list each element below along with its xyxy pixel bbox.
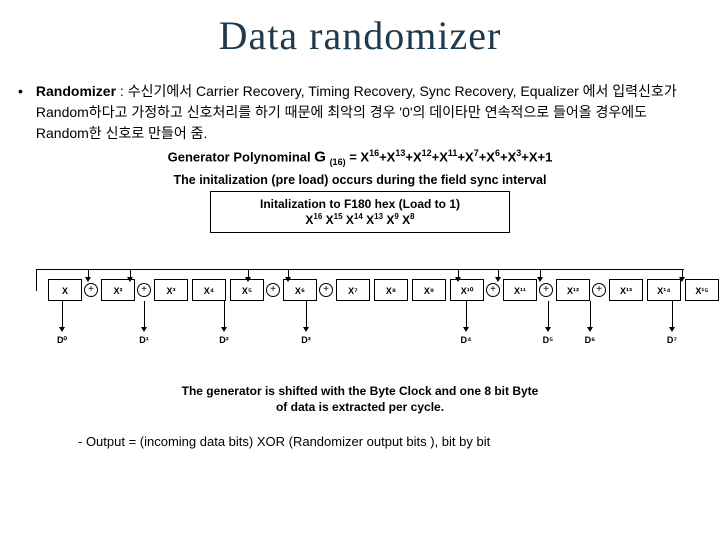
slide-title: Data randomizer — [0, 0, 720, 59]
register-x7: X⁷ — [336, 279, 370, 301]
d-wire — [590, 301, 591, 329]
d-output-6: D⁶ — [580, 335, 600, 345]
arrow-down-icon — [221, 327, 227, 332]
d-output-5: D⁵ — [538, 335, 558, 345]
register-x15: X¹⁵ — [685, 279, 719, 301]
ie3: 13 — [374, 212, 383, 221]
generator-caption: The generator is shifted with the Byte C… — [0, 383, 720, 415]
d-wire — [144, 301, 145, 329]
arrow-down-icon — [587, 327, 593, 332]
arrow-down-icon — [141, 327, 147, 332]
arrow-down-icon — [85, 277, 91, 282]
feedback-wire — [36, 269, 684, 270]
d-wire — [62, 301, 63, 329]
e5: 6 — [495, 148, 500, 158]
xor-node: + — [486, 283, 500, 297]
init-line1: Initalization to F180 hex (Load to 1) — [217, 196, 503, 212]
output-equation: - Output = (incoming data bits) XOR (Ran… — [0, 416, 720, 449]
generator-polynomial: Generator Polynominal G (16) = X16+X13+X… — [0, 148, 720, 167]
register-x13: X¹³ — [609, 279, 643, 301]
feedback-wire-left — [36, 269, 37, 291]
register-x12: X¹² — [556, 279, 590, 301]
register-x11: X¹¹ — [503, 279, 537, 301]
d-output-1: D¹ — [134, 335, 154, 345]
poly-eq: = X — [349, 149, 369, 164]
bullet-block: • Randomizer : 수신기에서 Carrier Recovery, T… — [0, 59, 720, 144]
d-wire — [548, 301, 549, 329]
d-output-0: D⁰ — [52, 335, 72, 346]
arrow-down-icon — [463, 327, 469, 332]
poly-g: G — [314, 148, 326, 165]
poly-sub: (16) — [330, 157, 346, 167]
bullet-marker: • — [18, 81, 32, 102]
poly-prefix: Generator Polynominal — [168, 149, 315, 164]
e0: 16 — [369, 148, 379, 158]
ie0: 16 — [313, 212, 322, 221]
bullet-text: Randomizer : 수신기에서 Carrier Recovery, Tim… — [36, 81, 696, 144]
arrow-down-icon — [285, 277, 291, 282]
register-x10: X¹⁰ — [450, 279, 484, 301]
d-wire — [224, 301, 225, 329]
e3: 11 — [448, 148, 458, 158]
register-x1: X — [48, 279, 82, 301]
lfsr-diagram: X+X²+X³X⁴X⁵+X⁶+X⁷X⁸X⁹X¹⁰+X¹¹+X¹²+X¹³X¹⁴X… — [18, 243, 702, 383]
xor-node: + — [539, 283, 553, 297]
init-box: Initalization to F180 hex (Load to 1) X1… — [210, 191, 510, 233]
ie5: 8 — [410, 212, 414, 221]
init-caption: The initalization (pre load) occurs duri… — [0, 173, 720, 187]
arrow-down-icon — [679, 277, 685, 282]
d-output-2: D² — [214, 335, 234, 345]
e2: 12 — [422, 148, 432, 158]
e4: 7 — [474, 148, 479, 158]
register-x8: X⁸ — [374, 279, 408, 301]
register-x4: X⁴ — [192, 279, 226, 301]
arrow-down-icon — [303, 327, 309, 332]
poly-tail: +X+1 — [521, 149, 552, 164]
register-x9: X⁹ — [412, 279, 446, 301]
bullet-sep: : — [116, 83, 128, 99]
d-wire — [306, 301, 307, 329]
register-x2: X² — [101, 279, 135, 301]
d-output-7: D⁷ — [662, 335, 682, 345]
register-x14: X¹⁴ — [647, 279, 681, 301]
ie4: 9 — [394, 212, 398, 221]
register-row: X+X²+X³X⁴X⁵+X⁶+X⁷X⁸X⁹X¹⁰+X¹¹+X¹²+X¹³X¹⁴X… — [48, 279, 720, 301]
arrow-down-icon — [127, 277, 133, 282]
bullet-label: Randomizer — [36, 83, 116, 99]
arrow-down-icon — [545, 327, 551, 332]
arrow-down-icon — [537, 277, 543, 282]
xor-node: + — [319, 283, 333, 297]
arrow-down-icon — [455, 277, 461, 282]
xor-node: + — [137, 283, 151, 297]
bullet-body: 수신기에서 Carrier Recovery, Timing Recovery,… — [36, 83, 677, 141]
e1: 13 — [395, 148, 405, 158]
xor-node: + — [266, 283, 280, 297]
d-wire — [466, 301, 467, 329]
register-x3: X³ — [154, 279, 188, 301]
xor-node: + — [592, 283, 606, 297]
ie2: 14 — [354, 212, 363, 221]
gen-cap-1: The generator is shifted with the Byte C… — [0, 383, 720, 399]
arrow-down-icon — [59, 327, 65, 332]
d-output-4: D⁴ — [456, 335, 476, 345]
arrow-down-icon — [495, 277, 501, 282]
register-x5: X⁵ — [230, 279, 264, 301]
register-x6: X⁶ — [283, 279, 317, 301]
xor-node: + — [84, 283, 98, 297]
init-line2: X16 X15 X14 X13 X9 X8 — [217, 212, 503, 228]
gen-cap-2: of data is extracted per cycle. — [0, 399, 720, 415]
arrow-down-icon — [669, 327, 675, 332]
d-output-3: D³ — [296, 335, 316, 345]
arrow-down-icon — [245, 277, 251, 282]
d-wire — [672, 301, 673, 329]
ie1: 15 — [334, 212, 343, 221]
